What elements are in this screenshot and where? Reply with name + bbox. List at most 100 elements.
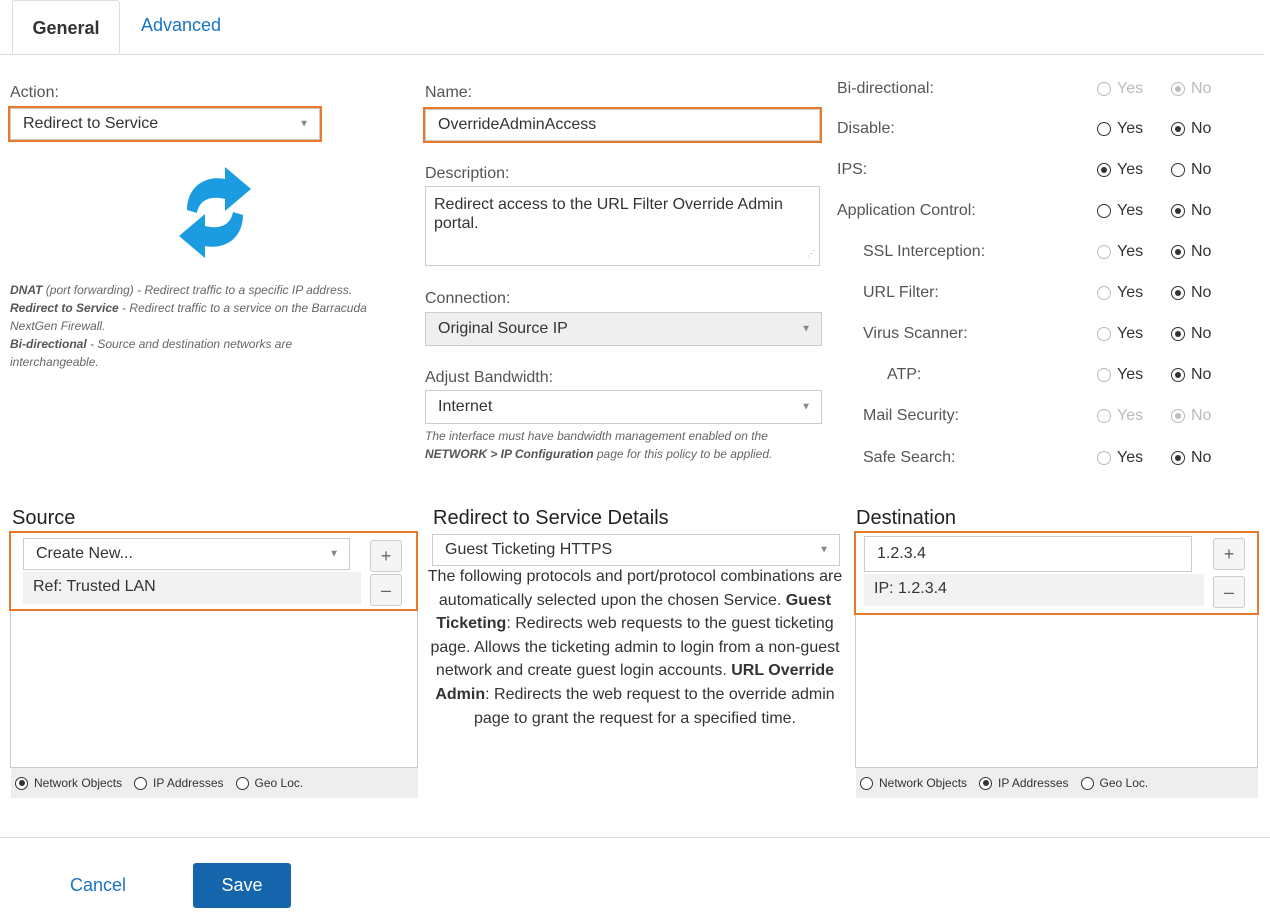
option-yes-label: Yes (1117, 284, 1144, 301)
source-mode-ip-radio[interactable] (134, 776, 148, 790)
cancel-button[interactable]: Cancel (70, 875, 126, 896)
radio-icon[interactable] (1171, 286, 1185, 300)
save-button[interactable]: Save (193, 863, 291, 908)
radio-icon[interactable] (1097, 163, 1111, 177)
option-no[interactable]: No (1171, 284, 1211, 302)
chevron-down-icon: ▼ (299, 118, 309, 130)
name-field[interactable]: OverrideAdminAccess (423, 107, 822, 143)
action-select-value: Redirect to Service (23, 115, 159, 132)
option-yes[interactable]: Yes (1097, 407, 1143, 425)
option-no[interactable]: No (1171, 449, 1211, 467)
option-no[interactable]: No (1171, 120, 1211, 138)
option-no-label: No (1191, 407, 1212, 424)
option-row: SSL Interception: Yes No (837, 243, 1237, 269)
option-yes-label: Yes (1117, 120, 1144, 137)
dnat-title: DNAT (10, 283, 43, 297)
destination-add-button[interactable]: + (1213, 538, 1245, 570)
option-yes[interactable]: Yes (1097, 202, 1143, 220)
redirect-title: Redirect to Service Details (433, 507, 669, 529)
redirect-service-select[interactable]: Guest Ticketing HTTPS ▼ (432, 534, 840, 566)
radio-icon[interactable] (1097, 122, 1111, 136)
option-no[interactable]: No (1171, 243, 1211, 261)
option-yes[interactable]: Yes (1097, 161, 1143, 179)
option-no[interactable]: No (1171, 202, 1211, 220)
destination-mode-network-radio[interactable] (860, 776, 873, 790)
option-yes-label: Yes (1117, 243, 1144, 260)
radio-icon[interactable] (1171, 451, 1185, 465)
dnat-text: (port forwarding) - Redirect traffic to … (42, 283, 353, 297)
option-row: Bi-directional: Yes No (837, 80, 1237, 106)
destination-mode-geo-radio[interactable] (1080, 776, 1094, 790)
radio-icon[interactable] (1097, 451, 1111, 465)
option-label: Disable: (837, 120, 895, 137)
destination-mode-ip-label[interactable]: IP Addresses (998, 776, 1069, 790)
radio-icon[interactable] (1171, 204, 1185, 218)
connection-label: Connection: (425, 290, 511, 307)
option-yes[interactable]: Yes (1097, 449, 1143, 467)
source-mode-ip-label[interactable]: IP Addresses (153, 776, 224, 790)
source-mode-network-radio[interactable] (15, 776, 28, 790)
radio-icon[interactable] (1171, 245, 1185, 259)
destination-mode-geo-label[interactable]: Geo Loc. (1100, 776, 1149, 790)
chevron-down-icon: ▼ (801, 323, 811, 335)
option-no[interactable]: No (1171, 366, 1211, 384)
source-mode-geo-label[interactable]: Geo Loc. (255, 776, 304, 790)
destination-entry[interactable]: IP: 1.2.3.4 (874, 580, 947, 598)
source-remove-button[interactable]: – (370, 574, 402, 606)
option-no[interactable]: No (1171, 80, 1211, 98)
option-yes[interactable]: Yes (1097, 366, 1143, 384)
source-mode-geo-radio[interactable] (235, 776, 249, 790)
radio-icon[interactable] (1097, 409, 1111, 423)
option-yes[interactable]: Yes (1097, 325, 1143, 343)
source-select-value: Create New... (36, 545, 133, 562)
option-yes-label: Yes (1117, 202, 1144, 219)
tab-advanced[interactable]: Advanced (126, 0, 236, 54)
option-yes[interactable]: Yes (1097, 284, 1143, 302)
radio-icon[interactable] (1097, 245, 1111, 259)
radio-icon[interactable] (1171, 409, 1185, 423)
destination-title: Destination (856, 507, 957, 529)
radio-icon[interactable] (1171, 122, 1185, 136)
connection-select[interactable]: Original Source IP ▼ (425, 312, 822, 346)
radio-icon[interactable] (1097, 204, 1111, 218)
option-no-label: No (1191, 325, 1212, 342)
option-label: Application Control: (837, 202, 976, 219)
bandwidth-note: The interface must have bandwidth manage… (425, 427, 785, 463)
redirect-desc-p1: The following protocols and port/protoco… (427, 568, 843, 609)
option-no[interactable]: No (1171, 325, 1211, 343)
bandwidth-select[interactable]: Internet ▼ (425, 390, 822, 424)
source-select[interactable]: Create New... ▼ (23, 538, 350, 570)
description-value: Redirect access to the URL Filter Overri… (434, 196, 783, 232)
source-add-button[interactable]: + (370, 540, 402, 572)
option-no-label: No (1191, 449, 1212, 466)
description-textarea[interactable]: Redirect access to the URL Filter Overri… (425, 186, 820, 266)
option-yes[interactable]: Yes (1097, 243, 1143, 261)
resize-handle-icon[interactable]: ⋰ (807, 244, 815, 263)
radio-icon[interactable] (1097, 327, 1111, 341)
destination-mode-network-label[interactable]: Network Objects (879, 776, 967, 790)
radio-icon[interactable] (1171, 327, 1185, 341)
option-no[interactable]: No (1171, 161, 1211, 179)
action-label: Action: (10, 84, 59, 101)
destination-input[interactable]: 1.2.3.4 (864, 536, 1192, 572)
radio-icon[interactable] (1097, 368, 1111, 382)
source-entry[interactable]: Ref: Trusted LAN (33, 578, 156, 596)
bandwidth-select-value: Internet (438, 398, 493, 415)
radio-icon[interactable] (1171, 82, 1185, 96)
source-mode-network-label[interactable]: Network Objects (34, 776, 122, 790)
option-yes[interactable]: Yes (1097, 120, 1143, 138)
option-row: IPS: Yes No (837, 161, 1237, 187)
tab-general[interactable]: General (12, 0, 120, 54)
chevron-down-icon: ▼ (801, 401, 811, 413)
radio-icon[interactable] (1097, 286, 1111, 300)
radio-icon[interactable] (1171, 163, 1185, 177)
option-row: ATP: Yes No (837, 366, 1237, 392)
radio-icon[interactable] (1171, 368, 1185, 382)
option-yes-label: Yes (1117, 449, 1144, 466)
action-select[interactable]: Redirect to Service ▼ (8, 106, 322, 142)
option-no[interactable]: No (1171, 407, 1211, 425)
destination-remove-button[interactable]: – (1213, 576, 1245, 608)
destination-mode-ip-radio[interactable] (979, 776, 993, 790)
radio-icon[interactable] (1097, 82, 1111, 96)
option-yes[interactable]: Yes (1097, 80, 1143, 98)
